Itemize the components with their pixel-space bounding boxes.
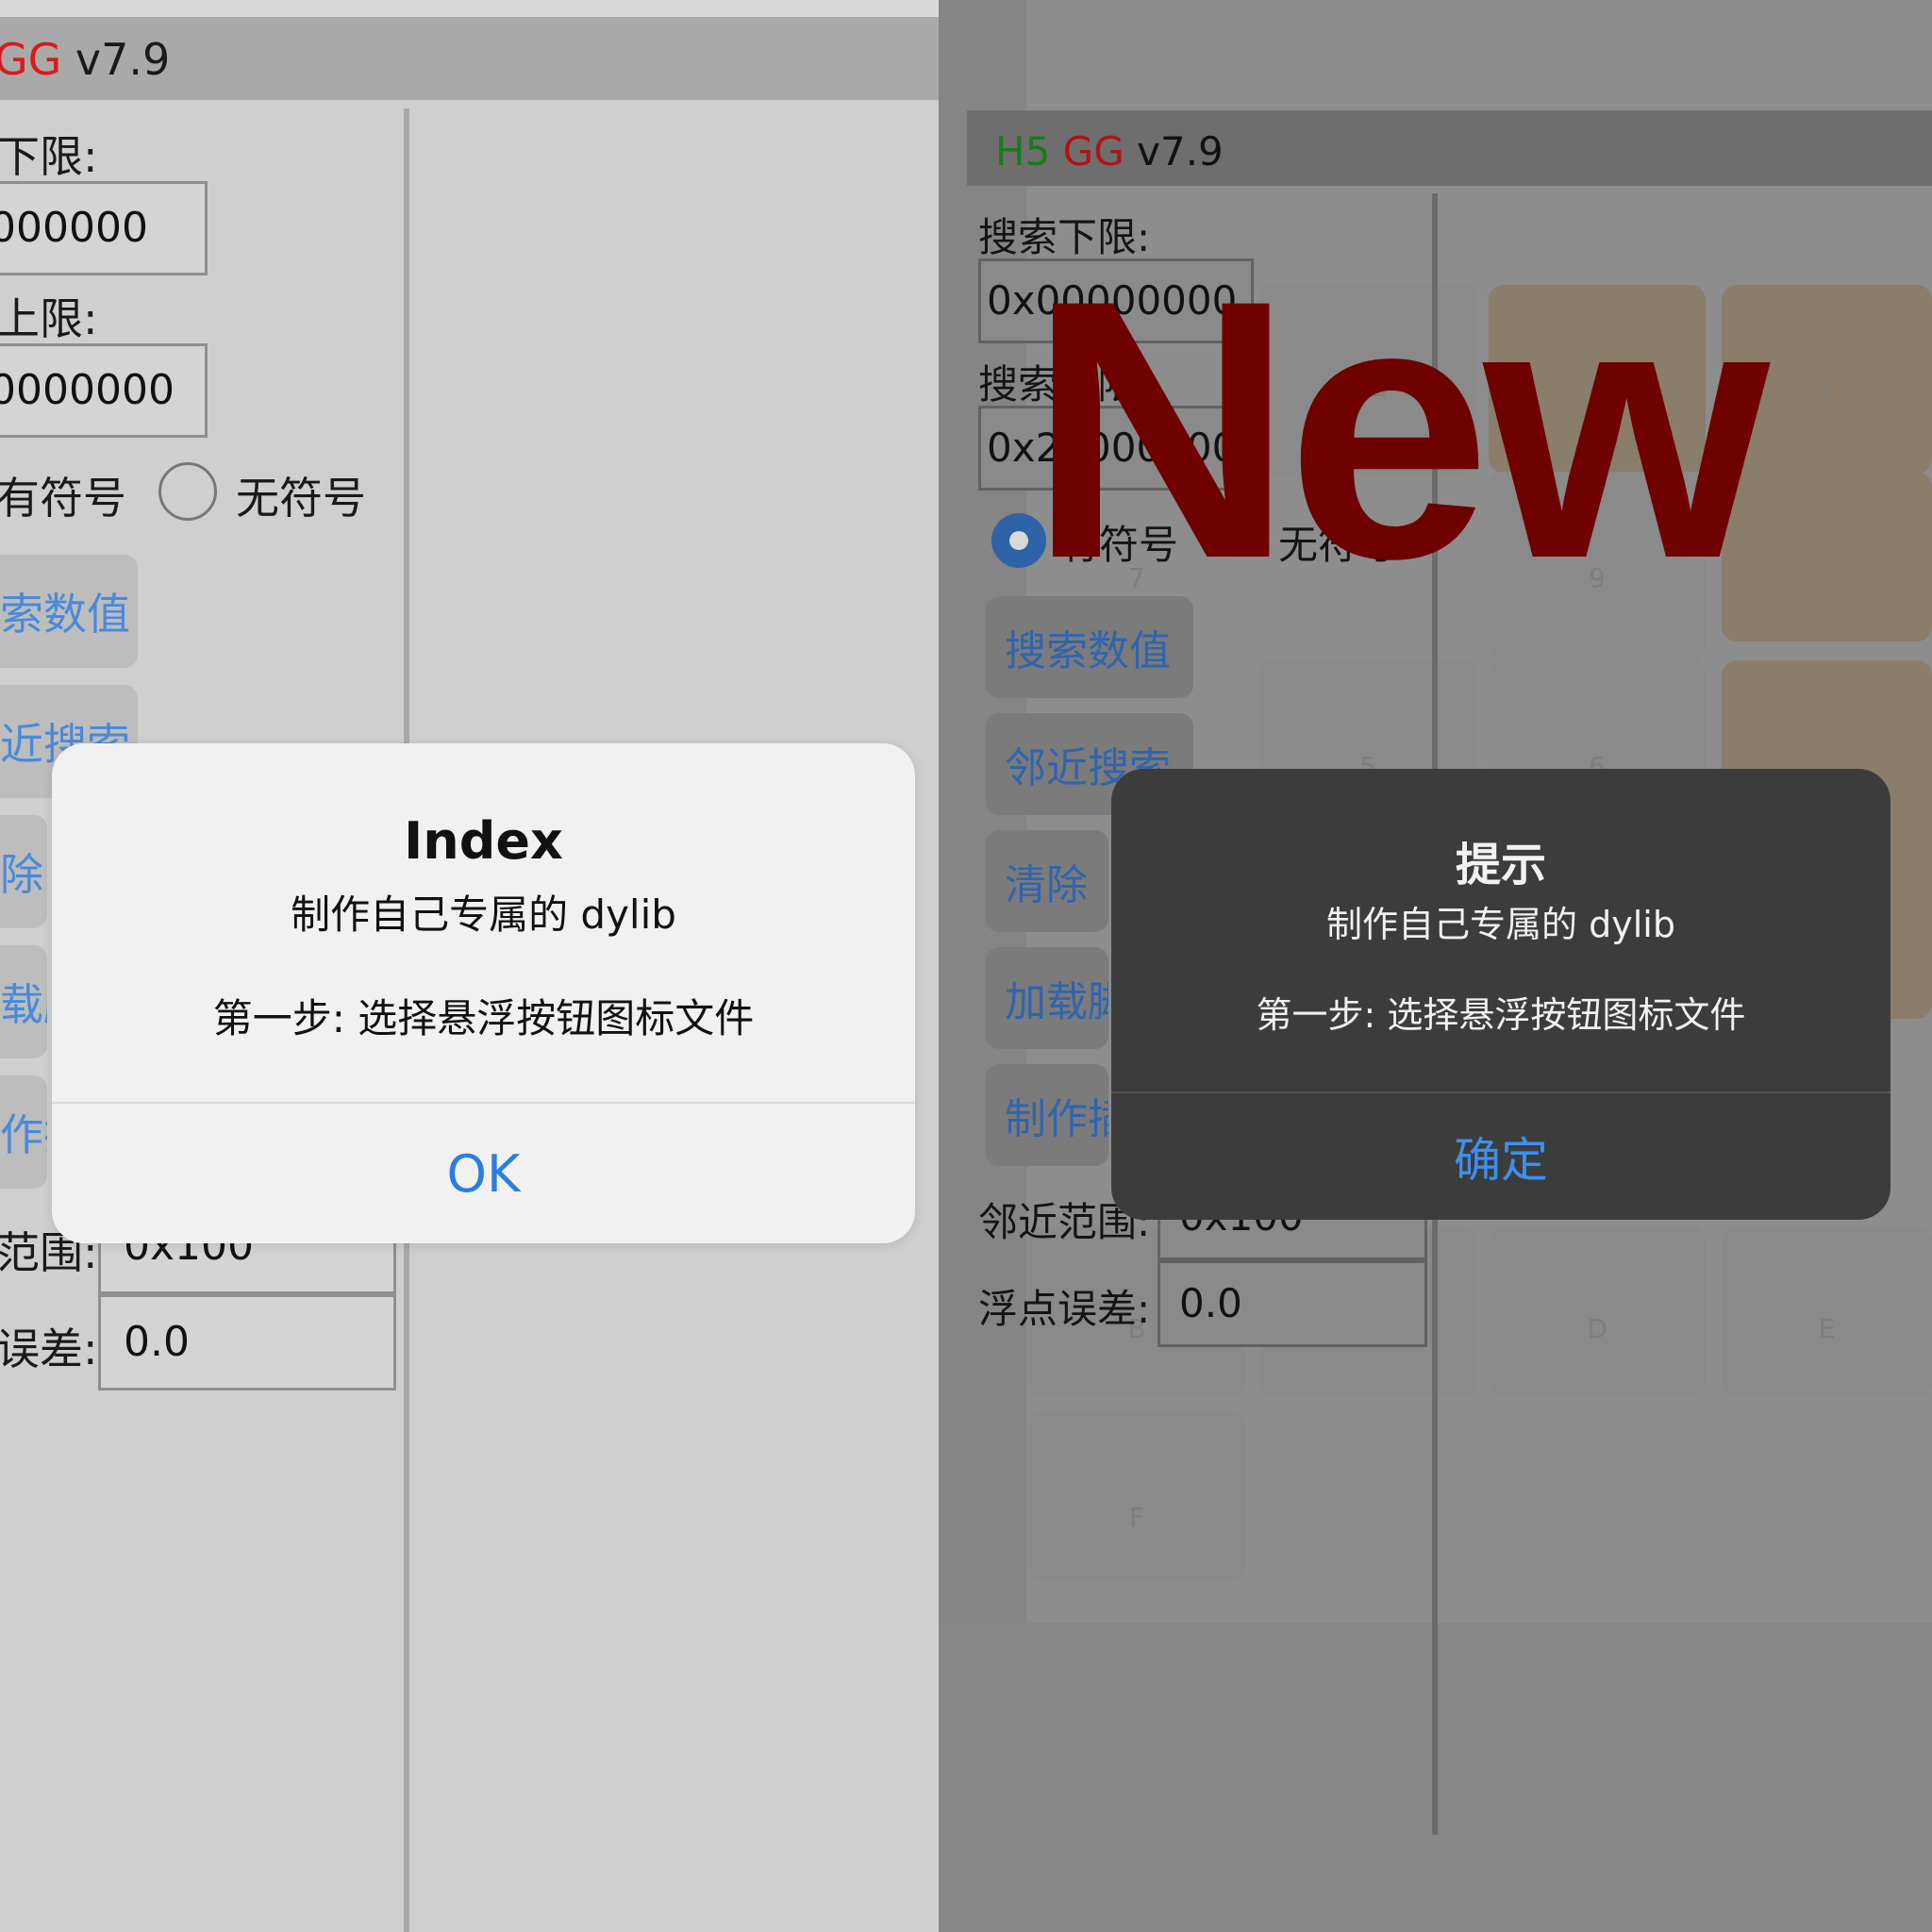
alert-dialog-light: Index 制作自己专属的 dylib 第一步: 选择悬浮按钮图标文件 OK	[52, 743, 915, 1243]
alert-message-line2: 第一步: 选择悬浮按钮图标文件	[1256, 994, 1746, 1036]
new-overlay-text: New	[1028, 224, 1770, 635]
clear-button[interactable]: 除	[0, 815, 47, 928]
clear-button[interactable]: 清除	[986, 830, 1108, 932]
alert-message-line1: 制作自己专属的 dylib	[291, 891, 676, 938]
keypad-key-d[interactable]	[1489, 1226, 1706, 1396]
alert-ok-button[interactable]: OK	[52, 1104, 915, 1243]
upper-limit-input[interactable]: 0000000	[0, 343, 208, 438]
alert-message-line2: 第一步: 选择悬浮按钮图标文件	[212, 995, 755, 1041]
app-title: H5 GG v7.9	[995, 128, 1224, 175]
load-script-button[interactable]: 载脚	[0, 945, 47, 1058]
make-plugin-button[interactable]: 制作插	[986, 1064, 1108, 1166]
status-strip	[0, 0, 939, 17]
alert-confirm-button[interactable]: 确定	[1111, 1093, 1890, 1220]
alert-title: Index	[404, 811, 563, 871]
upper-limit-label: 上限:	[0, 293, 98, 344]
load-script-button[interactable]: 加载脚	[986, 947, 1108, 1049]
alert-dialog-dark: 提示 制作自己专属的 dylib 第一步: 选择悬浮按钮图标文件 确定	[1111, 769, 1890, 1220]
radio-signed-label[interactable]: 有符号	[0, 464, 126, 526]
float-error-label: 浮点误差:	[978, 1286, 1151, 1332]
lower-limit-label: 下限:	[0, 131, 98, 182]
keypad-key-e[interactable]	[1722, 1226, 1932, 1396]
search-value-button[interactable]: 索数值	[0, 555, 138, 668]
radio-unsigned-label[interactable]: 无符号	[236, 464, 366, 526]
keypad-label-f: F	[1128, 1502, 1145, 1533]
float-error-label: 误差:	[0, 1324, 98, 1374]
keypad-label-e: E	[1818, 1313, 1836, 1344]
keypad-label-d: D	[1587, 1313, 1607, 1344]
light-mode-screenshot: GG v7.9 下限: 000000 上限: 0000000 有符号 无符号 索…	[0, 0, 939, 1932]
float-error-input[interactable]: 0.0	[98, 1294, 396, 1391]
lower-limit-input[interactable]: 000000	[0, 181, 208, 275]
make-plugin-button[interactable]: 作插	[0, 1075, 47, 1189]
float-error-input[interactable]: 0.0	[1158, 1260, 1427, 1347]
alert-title: 提示	[1455, 839, 1546, 891]
keypad-key-f[interactable]	[1028, 1411, 1245, 1581]
radio-unsigned[interactable]	[158, 462, 217, 521]
app-title: GG v7.9	[0, 34, 171, 85]
alert-message-line1: 制作自己专属的 dylib	[1326, 904, 1675, 945]
